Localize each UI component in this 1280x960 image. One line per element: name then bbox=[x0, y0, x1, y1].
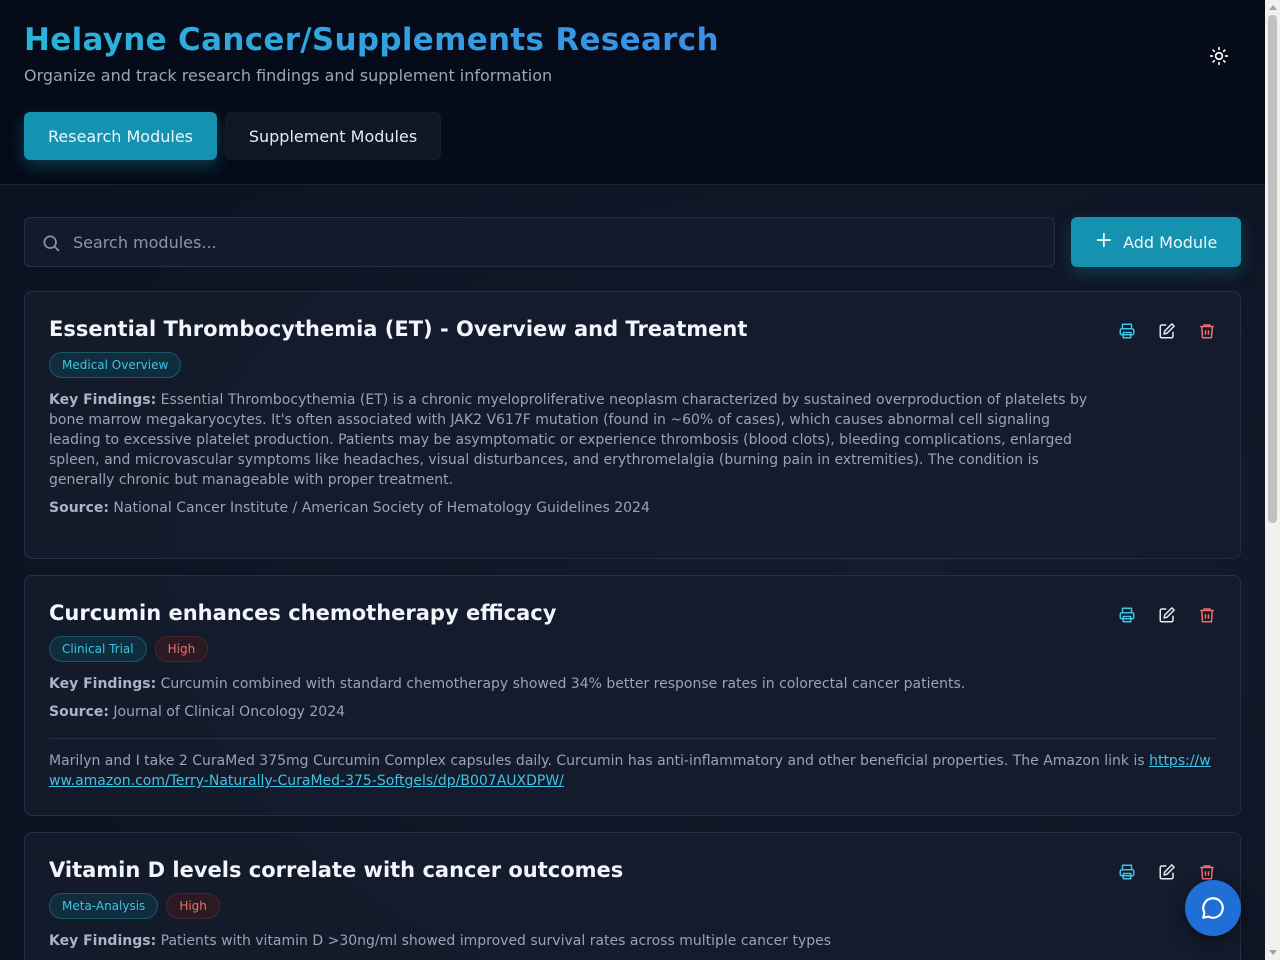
module-badges: Medical Overview bbox=[49, 352, 182, 378]
key-findings-text: Curcumin combined with standard chemothe… bbox=[160, 676, 966, 692]
category-badge: Medical Overview bbox=[49, 352, 182, 378]
tab-supplement-modules[interactable]: Supplement Modules bbox=[225, 112, 441, 160]
module-card: Essential Thrombocythemia (ET) - Overvie… bbox=[24, 291, 1241, 559]
app-header: Helayne Cancer/Supplements Research Orga… bbox=[0, 0, 1265, 185]
trash-icon bbox=[1200, 865, 1214, 880]
personal-note: Marilyn and I take 2 CuraMed 375mg Curcu… bbox=[49, 751, 1213, 791]
card-actions bbox=[1118, 322, 1216, 340]
notes-divider bbox=[49, 738, 1218, 739]
key-findings-label: Key Findings: bbox=[49, 676, 157, 692]
edit-button[interactable] bbox=[1158, 606, 1176, 624]
module-card: Curcumin enhances chemotherapy efficacy … bbox=[24, 575, 1241, 816]
key-findings: Key Findings: Essential Thrombocythemia … bbox=[49, 390, 1099, 490]
category-badge: Clinical Trial bbox=[49, 636, 147, 662]
key-findings-text: Essential Thrombocythemia (ET) is a chro… bbox=[49, 392, 1088, 488]
printer-icon bbox=[1119, 864, 1135, 880]
trash-icon bbox=[1200, 608, 1214, 623]
key-findings: Key Findings: Patients with vitamin D >3… bbox=[49, 931, 1099, 951]
priority-badge: High bbox=[154, 636, 209, 662]
search-box bbox=[24, 217, 1055, 267]
module-badges: Clinical Trial High bbox=[49, 636, 209, 662]
module-card: Vitamin D levels correlate with cancer o… bbox=[24, 832, 1241, 960]
vertical-scrollbar[interactable] bbox=[1265, 0, 1280, 960]
scroll-up-arrow[interactable] bbox=[1269, 5, 1277, 10]
source-text: Journal of Clinical Oncology 2024 bbox=[113, 704, 346, 720]
delete-button[interactable] bbox=[1198, 863, 1216, 881]
chat-bubble-icon bbox=[1202, 897, 1224, 919]
print-button[interactable] bbox=[1118, 322, 1136, 340]
edit-icon bbox=[1159, 607, 1175, 623]
priority-badge: High bbox=[166, 893, 220, 919]
scroll-down-arrow[interactable] bbox=[1269, 950, 1277, 955]
plus-icon: + bbox=[1094, 228, 1114, 253]
theme-toggle-button[interactable] bbox=[1203, 40, 1235, 72]
edit-button[interactable] bbox=[1158, 322, 1176, 340]
key-findings-label: Key Findings: bbox=[49, 933, 157, 949]
print-button[interactable] bbox=[1118, 863, 1136, 881]
tab-research-modules[interactable]: Research Modules bbox=[24, 112, 217, 160]
add-module-button[interactable]: + Add Module bbox=[1071, 217, 1241, 267]
key-findings-text: Patients with vitamin D >30ng/ml showed … bbox=[160, 933, 832, 949]
sun-icon bbox=[1209, 46, 1229, 66]
module-title: Essential Thrombocythemia (ET) - Overvie… bbox=[49, 317, 748, 341]
page-subtitle: Organize and track research findings and… bbox=[24, 66, 553, 85]
search-input[interactable] bbox=[73, 218, 1043, 266]
edit-button[interactable] bbox=[1158, 863, 1176, 881]
printer-icon bbox=[1119, 323, 1135, 339]
module-badges: Meta-Analysis High bbox=[49, 893, 220, 919]
scrollbar-thumb[interactable] bbox=[1268, 15, 1277, 523]
edit-icon bbox=[1159, 323, 1175, 339]
edit-icon bbox=[1159, 864, 1175, 880]
add-module-label: Add Module bbox=[1123, 232, 1218, 252]
card-actions bbox=[1118, 606, 1216, 624]
page-title: Helayne Cancer/Supplements Research bbox=[24, 22, 719, 58]
module-title: Vitamin D levels correlate with cancer o… bbox=[49, 858, 624, 882]
print-button[interactable] bbox=[1118, 606, 1136, 624]
key-findings-label: Key Findings: bbox=[49, 392, 157, 408]
card-actions bbox=[1118, 863, 1216, 881]
note-text: Marilyn and I take 2 CuraMed 375mg Curcu… bbox=[49, 753, 1150, 769]
delete-button[interactable] bbox=[1198, 606, 1216, 624]
trash-icon bbox=[1200, 324, 1214, 339]
source-label: Source: bbox=[49, 704, 109, 720]
search-icon bbox=[43, 235, 60, 252]
chat-button[interactable] bbox=[1185, 880, 1241, 936]
source-text: National Cancer Institute / American Soc… bbox=[113, 500, 650, 516]
key-findings: Key Findings: Curcumin combined with sta… bbox=[49, 674, 1099, 694]
app-root: Helayne Cancer/Supplements Research Orga… bbox=[0, 0, 1280, 960]
category-badge: Meta-Analysis bbox=[49, 893, 159, 919]
printer-icon bbox=[1119, 607, 1135, 623]
source: Source: Journal of Clinical Oncology 202… bbox=[49, 702, 345, 722]
module-title: Curcumin enhances chemotherapy efficacy bbox=[49, 601, 557, 625]
source: Source: National Cancer Institute / Amer… bbox=[49, 498, 650, 518]
delete-button[interactable] bbox=[1198, 322, 1216, 340]
source-label: Source: bbox=[49, 500, 109, 516]
